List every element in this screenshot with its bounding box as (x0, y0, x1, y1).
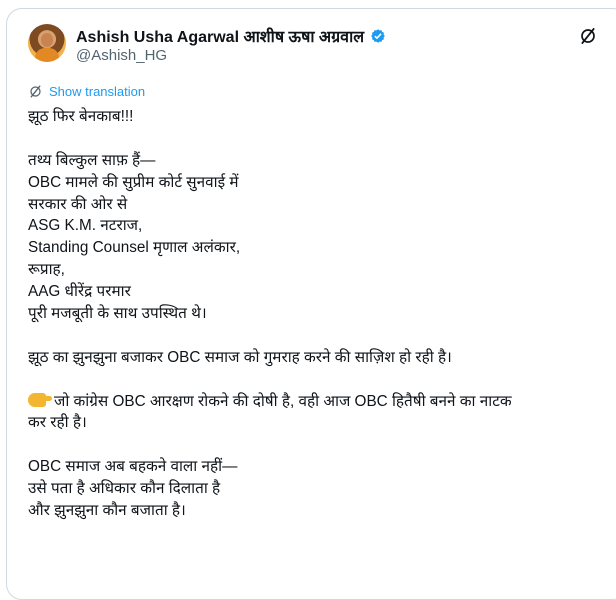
tweet-line: रूप्राह, (28, 261, 65, 279)
verified-badge-icon (371, 29, 385, 43)
show-translation-link[interactable]: Show translation (28, 84, 145, 99)
tweet-line: उसे पता है अधिकार कौन दिलाता है (28, 480, 221, 498)
avatar-shirt (35, 48, 59, 62)
tweet-text: झूठ फिर बेनकाब!!! तथ्य बिल्कुल साफ़ हैं—… (28, 106, 598, 522)
author-name[interactable]: Ashish Usha Agarwal आशीष ऊषा अग्रवाल (76, 25, 364, 47)
avatar-face (41, 33, 53, 47)
tweet-line: कर रही है। (28, 414, 87, 432)
tweet-line: ASG K.M. नटराज, (28, 217, 143, 235)
grok-translate-icon (30, 85, 41, 98)
show-translation-label[interactable]: Show translation (49, 84, 145, 99)
tweet-line: AAG धीरेंद्र परमार (28, 283, 131, 301)
tweet-line: झूठ फिर बेनकाब!!! (28, 108, 134, 125)
tweet-header: Ashish Usha Agarwal आशीष ऊषा अग्रवाल @As… (28, 24, 616, 68)
author-name-line[interactable]: Ashish Usha Agarwal आशीष ऊषा अग्रवाल (76, 25, 386, 47)
backhand-index-pointing-right-emoji (28, 392, 52, 407)
tweet-line-with-emoji: जो कांग्रेस OBC आरक्षण रोकने की दोषी है,… (28, 391, 598, 413)
tweet-line: OBC समाज अब बहकने वाला नहीं— (28, 458, 238, 476)
grok-icon[interactable] (578, 26, 598, 46)
author-avatar[interactable] (28, 24, 66, 62)
tweet-line: तथ्य बिल्कुल साफ़ हैं— (28, 151, 156, 169)
tweet-line: जो कांग्रेस OBC आरक्षण रोकने की दोषी है,… (54, 392, 512, 410)
tweet-line: और झुनझुना कौन बजाता है। (28, 502, 186, 520)
tweet-line: Standing Counsel मृणाल अलंकार, (28, 239, 241, 257)
tweet-line: पूरी मजबूती के साथ उपस्थित थे। (28, 305, 207, 323)
tweet-line: झूठ का झुनझुना बजाकर OBC समाज को गुमराह … (28, 348, 452, 366)
author-handle[interactable]: @Ashish_HG (76, 47, 167, 64)
tweet-line: OBC मामले की सुप्रीम कोर्ट सुनवाई में (28, 173, 239, 191)
tweet-line: सरकार की ओर से (28, 195, 128, 213)
